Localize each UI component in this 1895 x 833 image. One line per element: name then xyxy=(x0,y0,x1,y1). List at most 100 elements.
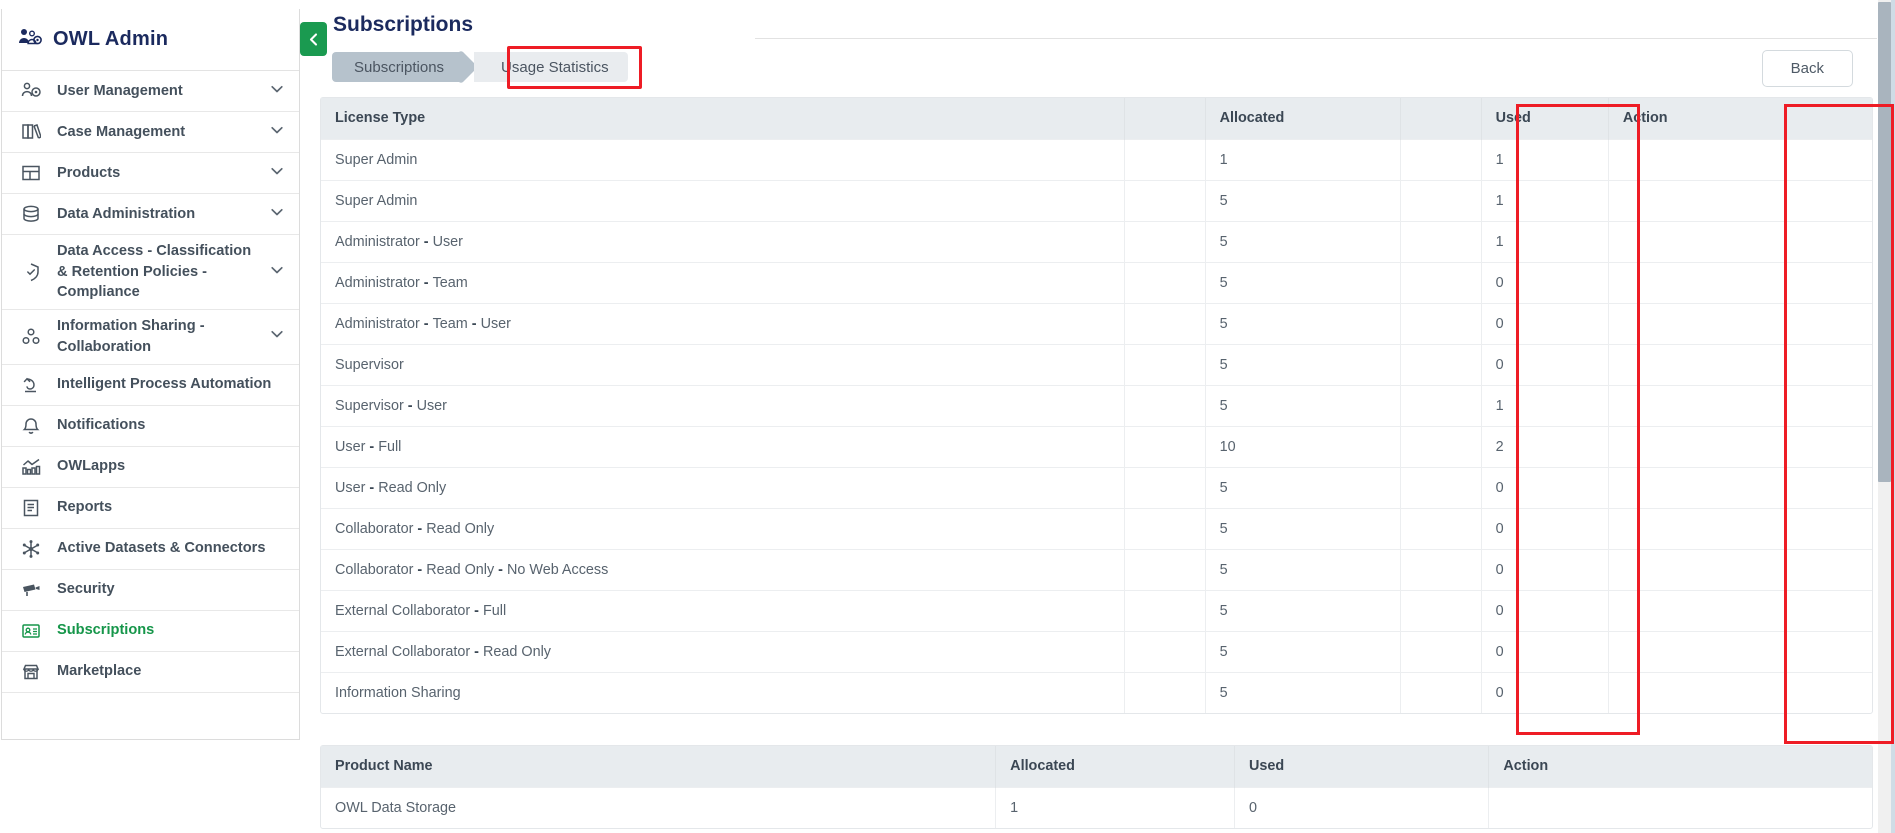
table-row[interactable]: Administrator - Team - User 5 0 xyxy=(321,302,1872,344)
sidebar-item-subscriptions[interactable]: Subscriptions xyxy=(2,611,299,652)
cell-license-type: Super Admin xyxy=(321,138,1125,180)
sidebar-item-label: Reports xyxy=(57,499,113,516)
table-row[interactable]: Super Admin 5 1 xyxy=(321,179,1872,221)
snowflake-icon xyxy=(18,539,44,559)
cell-spacer-2 xyxy=(1400,384,1482,426)
cell-spacer-2 xyxy=(1400,302,1482,344)
sidebar-item-label: Subscriptions xyxy=(57,622,155,639)
sidebar-item-owlapps[interactable]: OWLapps xyxy=(2,447,299,488)
chevron-down-icon[interactable] xyxy=(269,122,287,143)
table-row[interactable]: Administrator - User 5 1 xyxy=(321,220,1872,262)
tab-subscriptions[interactable]: Subscriptions xyxy=(332,52,463,82)
col-product-allocated: Allocated xyxy=(995,746,1236,787)
cell-license-type: Administrator - User xyxy=(321,220,1125,262)
sidebar-item-label: Data Administration xyxy=(57,205,196,222)
sidebar-item-intelligent-process-automation[interactable]: Intelligent Process Automation xyxy=(2,365,299,406)
sidebar-item-notifications[interactable]: Notifications xyxy=(2,406,299,447)
cell-license-type: Administrator - Team xyxy=(321,261,1125,303)
chevron-down-icon[interactable] xyxy=(269,326,287,347)
cell-action[interactable] xyxy=(1608,302,1872,344)
chevron-down-icon[interactable] xyxy=(269,262,287,283)
cell-product-action[interactable] xyxy=(1488,786,1872,828)
cell-allocated: 5 xyxy=(1205,384,1402,426)
sidebar-item-data-access-classification-retention-policies-compliance[interactable]: Data Access - Classification & Retention… xyxy=(2,235,299,311)
table-row[interactable]: User - Read Only 5 0 xyxy=(321,466,1872,508)
window-right-edge xyxy=(1891,0,1895,833)
sidebar-item-information-sharing-collaboration[interactable]: Information Sharing - Collaboration xyxy=(2,310,299,365)
cell-allocated: 5 xyxy=(1205,630,1402,672)
col-spacer-2 xyxy=(1400,98,1482,139)
cell-spacer-1 xyxy=(1124,343,1206,385)
cell-action[interactable] xyxy=(1608,384,1872,426)
tab-usage-statistics[interactable]: Usage Statistics xyxy=(474,52,628,82)
table-row[interactable]: Administrator - Team 5 0 xyxy=(321,261,1872,303)
sidebar-item-security[interactable]: Security xyxy=(2,570,299,611)
table-row[interactable]: External Collaborator - Read Only 5 0 xyxy=(321,630,1872,672)
table-header-row: License Type Allocated Used Action xyxy=(321,98,1872,139)
tab-usage-statistics-label: Usage Statistics xyxy=(501,58,609,76)
tab-subscriptions-label: Subscriptions xyxy=(354,58,445,76)
cell-action[interactable] xyxy=(1608,261,1872,303)
cell-spacer-1 xyxy=(1124,466,1206,508)
cell-action[interactable] xyxy=(1608,671,1872,713)
cell-used: 0 xyxy=(1481,671,1609,713)
product-table-head: Product Name Allocated Used Action xyxy=(321,746,1872,787)
col-product-name: Product Name xyxy=(321,746,997,787)
cell-action[interactable] xyxy=(1608,138,1872,180)
cell-license-type: User - Read Only xyxy=(321,466,1125,508)
vertical-scrollbar-thumb[interactable] xyxy=(1878,2,1891,482)
brand-title: OWL Admin xyxy=(53,28,169,50)
table-row[interactable]: OWL Data Storage 1 0 xyxy=(321,786,1872,828)
license-table: License Type Allocated Used Action Super… xyxy=(321,98,1872,713)
table-row[interactable]: Collaborator - Read Only 5 0 xyxy=(321,507,1872,549)
sidebar-item-case-management[interactable]: Case Management xyxy=(2,112,299,153)
cell-action[interactable] xyxy=(1608,548,1872,590)
chevron-down-icon[interactable] xyxy=(269,81,287,102)
sidebar: OWL Admin User Management Case Management… xyxy=(1,9,300,740)
cell-spacer-2 xyxy=(1400,548,1482,590)
cell-action[interactable] xyxy=(1608,466,1872,508)
cell-used: 1 xyxy=(1481,220,1609,262)
cell-action[interactable] xyxy=(1608,179,1872,221)
table-row[interactable]: Supervisor - User 5 1 xyxy=(321,384,1872,426)
table-row[interactable]: Super Admin 1 1 xyxy=(321,138,1872,180)
table-row[interactable]: Information Sharing 5 0 xyxy=(321,671,1872,713)
sidebar-item-reports[interactable]: Reports xyxy=(2,488,299,529)
table-row[interactable]: User - Full 10 2 xyxy=(321,425,1872,467)
store-icon xyxy=(18,662,44,682)
sidebar-item-label: Data Access - Classification & Retention… xyxy=(57,243,252,301)
cell-used: 1 xyxy=(1481,138,1609,180)
sidebar-item-label: Active Datasets & Connectors xyxy=(57,540,266,557)
cell-action[interactable] xyxy=(1608,507,1872,549)
chevron-down-icon[interactable] xyxy=(269,163,287,184)
cell-spacer-2 xyxy=(1400,466,1482,508)
sidebar-item-label: Marketplace xyxy=(57,663,142,680)
chevron-down-icon[interactable] xyxy=(269,204,287,225)
sidebar-item-label: Intelligent Process Automation xyxy=(57,376,272,393)
sidebar-item-label: Notifications xyxy=(57,417,146,434)
cell-spacer-2 xyxy=(1400,507,1482,549)
cell-action[interactable] xyxy=(1608,343,1872,385)
col-used: Used xyxy=(1481,98,1609,139)
chevron-left-icon xyxy=(309,32,318,46)
cell-action[interactable] xyxy=(1608,425,1872,467)
cell-action[interactable] xyxy=(1608,589,1872,631)
sidebar-item-active-datasets-connectors[interactable]: Active Datasets & Connectors xyxy=(2,529,299,570)
table-row[interactable]: Collaborator - Read Only - No Web Access… xyxy=(321,548,1872,590)
sidebar-item-data-administration[interactable]: Data Administration xyxy=(2,194,299,235)
sidebar-item-user-management[interactable]: User Management xyxy=(2,71,299,112)
cell-allocated: 10 xyxy=(1205,425,1402,467)
license-table-body: Super Admin 1 1 Super Admin 5 1 Administrator … xyxy=(321,138,1872,713)
cell-allocated: 5 xyxy=(1205,466,1402,508)
table-row[interactable]: Supervisor 5 0 xyxy=(321,343,1872,385)
cell-action[interactable] xyxy=(1608,220,1872,262)
sidebar-collapse-button[interactable] xyxy=(300,22,327,56)
cell-action[interactable] xyxy=(1608,630,1872,672)
sidebar-item-marketplace[interactable]: Marketplace xyxy=(2,652,299,693)
cell-spacer-2 xyxy=(1400,138,1482,180)
back-button[interactable]: Back xyxy=(1761,50,1853,87)
title-divider xyxy=(755,38,1877,39)
sidebar-item-products[interactable]: Products xyxy=(2,153,299,194)
table-row[interactable]: External Collaborator - Full 5 0 xyxy=(321,589,1872,631)
cell-allocated: 1 xyxy=(1205,138,1402,180)
